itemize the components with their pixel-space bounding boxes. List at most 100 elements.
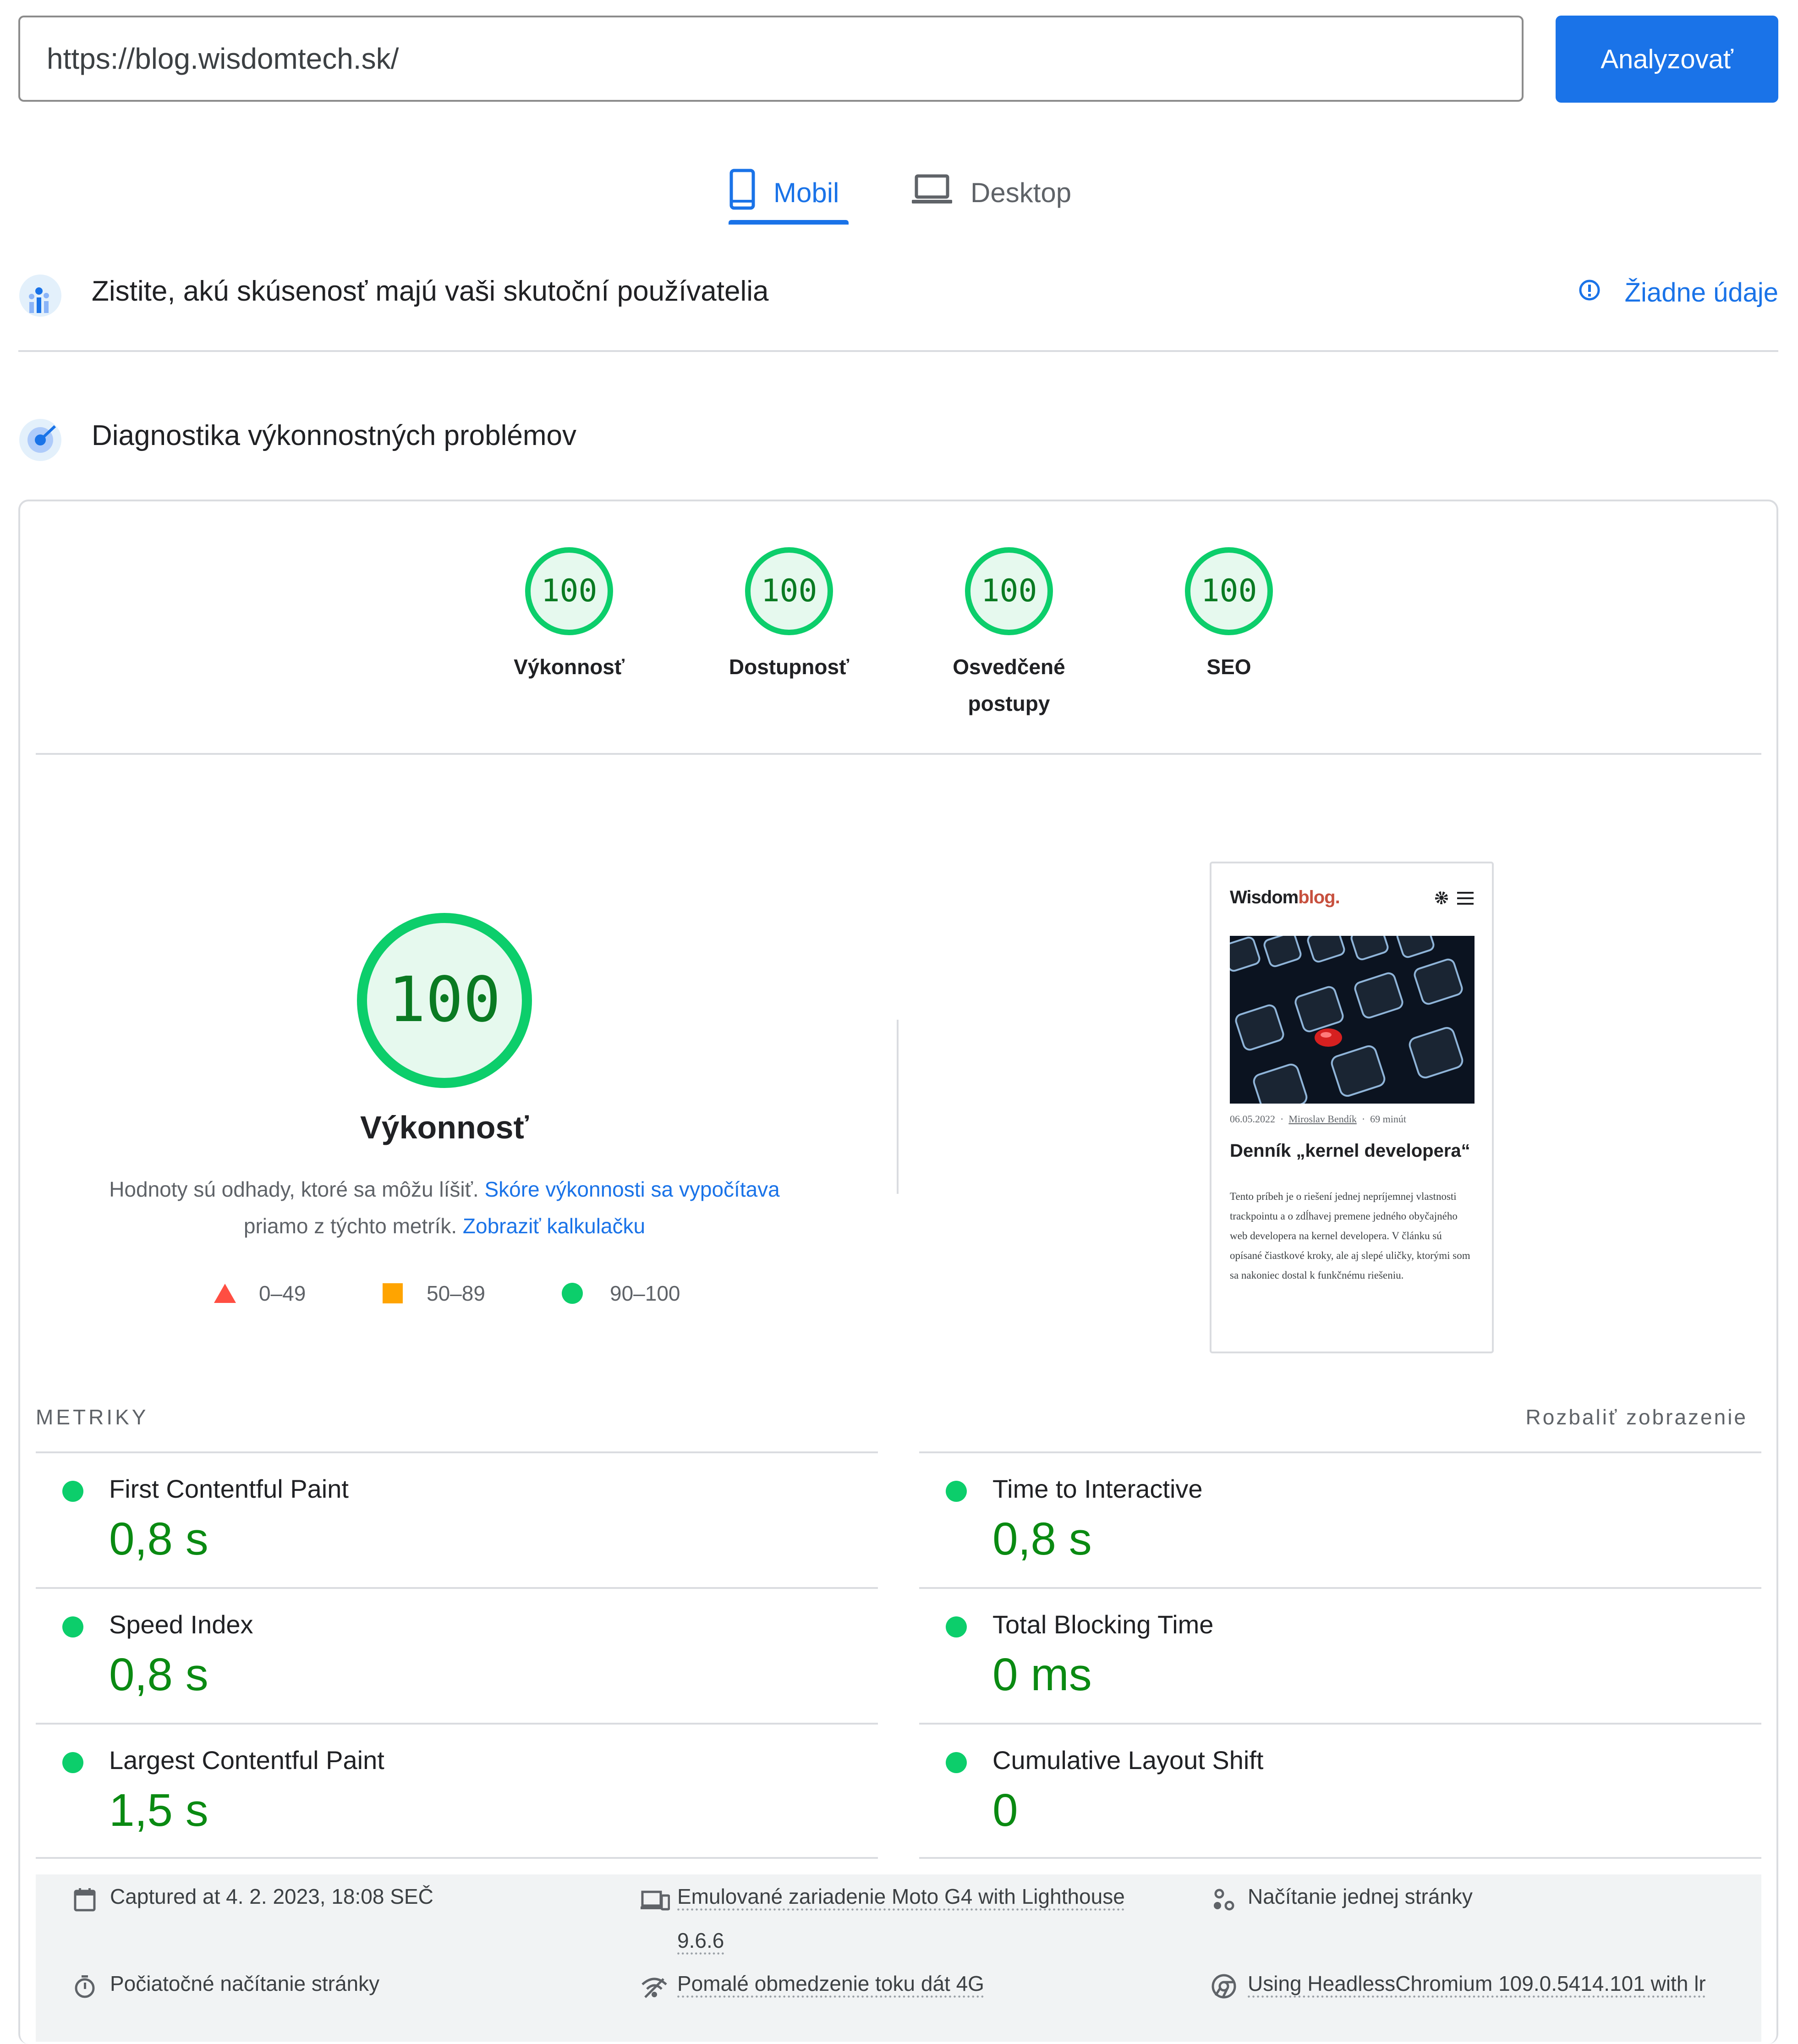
metric-tti: Time to Interactive 0,8 s xyxy=(919,1451,1761,1587)
metric-lcp: Largest Contentful Paint 1,5 s xyxy=(36,1723,878,1858)
metric-name: First Contentful Paint xyxy=(109,1474,349,1503)
analyze-button[interactable]: Analyzovať xyxy=(1556,16,1778,103)
url-input[interactable] xyxy=(18,16,1524,102)
metric-name: Speed Index xyxy=(109,1610,253,1639)
pass-dot-icon xyxy=(946,1752,967,1773)
pass-dot-icon xyxy=(62,1752,83,1773)
gauge-accessibility-score: 100 xyxy=(761,573,817,609)
nodes-icon xyxy=(1211,1874,1239,1927)
info-icon xyxy=(1578,277,1601,308)
users-chart-icon xyxy=(18,274,62,318)
gauge-best-practices-ring: 100 xyxy=(965,547,1053,635)
gauge-accessibility[interactable]: 100 Dostupnosť xyxy=(729,545,849,685)
laptop-icon xyxy=(911,173,953,212)
field-data-title: Zistite, akú skúsenosť majú vaši skutočn… xyxy=(92,275,769,307)
active-tab-indicator xyxy=(729,220,849,225)
pass-dot-icon xyxy=(62,1616,83,1637)
metric-value: 0 ms xyxy=(992,1649,1092,1700)
no-data-label: Žiadne údaje xyxy=(1624,278,1778,308)
no-data-link[interactable]: Žiadne údaje xyxy=(1578,277,1778,308)
gauge-performance-label: Výkonnosť xyxy=(514,655,625,679)
desc-text-1: Hodnoty sú odhady, ktoré sa môžu líšiť. xyxy=(109,1177,479,1201)
gauge-seo-label: SEO xyxy=(1206,655,1251,679)
screenshot-meta: 06.05.2022 · Miroslav Bendík · 69 minút xyxy=(1230,1113,1406,1125)
legend-pass-range: 90–100 xyxy=(610,1281,680,1305)
page-screenshot[interactable]: Wisdomblog. 06.05.2022 · Miroslav Bendík… xyxy=(1210,862,1494,1353)
expand-view-toggle[interactable]: Rozbaliť zobrazenie xyxy=(1526,1405,1748,1429)
diagnostics-title: Diagnostika výkonnostných problémov xyxy=(92,420,576,451)
metric-name: Total Blocking Time xyxy=(992,1610,1214,1639)
gear-icon xyxy=(1435,891,1448,904)
legend-average: 50–89 xyxy=(382,1281,485,1306)
performance-score-large: 100 xyxy=(388,964,501,1036)
footer-throttling: Pomalé obmedzenie toku dát 4G xyxy=(641,1962,984,2014)
calculator-link[interactable]: Zobraziť kalkulačku xyxy=(463,1214,645,1238)
legend-fail-range: 0–49 xyxy=(259,1281,306,1305)
metric-name: Cumulative Layout Shift xyxy=(992,1746,1264,1775)
divider xyxy=(36,753,1761,755)
triangle-icon xyxy=(214,1284,236,1303)
timer-icon xyxy=(73,1962,101,2014)
performance-gauge-large: 100 xyxy=(357,913,532,1088)
gauge-best-practices[interactable]: 100 Osvedčené postupy xyxy=(953,545,1065,722)
metric-cls: Cumulative Layout Shift 0 xyxy=(919,1723,1761,1858)
gauge-accessibility-ring: 100 xyxy=(745,547,833,635)
legend-fail: 0–49 xyxy=(213,1281,306,1306)
signal-icon xyxy=(641,1962,668,2014)
gauge-best-practices-label: Osvedčené postupy xyxy=(953,655,1065,715)
footer-initial-load: Počiatočné načítanie stránky xyxy=(73,1962,379,2014)
metric-name: Largest Contentful Paint xyxy=(109,1746,384,1775)
divider xyxy=(36,1857,878,1859)
tab-desktop-label: Desktop xyxy=(970,177,1072,208)
circle-icon xyxy=(562,1283,583,1304)
runtime-settings: Captured at 4. 2. 2023, 18:08 SEČ Emulov… xyxy=(36,1874,1761,2042)
metric-value: 0,8 s xyxy=(109,1649,208,1700)
footer-captured: Captured at 4. 2. 2023, 18:08 SEČ xyxy=(73,1874,433,1927)
metric-tbt: Total Blocking Time 0 ms xyxy=(919,1587,1761,1723)
metric-value: 0,8 s xyxy=(992,1513,1092,1565)
performance-title: Výkonnosť xyxy=(360,1110,529,1145)
metric-speed-index: Speed Index 0,8 s xyxy=(36,1587,878,1723)
desc-text-2: priamo z týchto metrík. xyxy=(243,1214,457,1238)
gauge-best-practices-score: 100 xyxy=(981,573,1037,609)
gauge-accessibility-label: Dostupnosť xyxy=(729,655,850,679)
divider xyxy=(919,1857,1761,1859)
tab-mobile[interactable]: Mobil xyxy=(729,158,839,227)
gauge-seo-score: 100 xyxy=(1201,573,1257,609)
gauge-performance[interactable]: 100 Výkonnosť xyxy=(514,545,625,685)
legend-pass: 90–100 xyxy=(561,1281,680,1306)
tab-mobile-label: Mobil xyxy=(773,177,839,208)
metric-value: 0 xyxy=(992,1785,1018,1836)
gauge-performance-score: 100 xyxy=(541,573,598,609)
pagespeed-page: Analyzovať Mobil Desktop Zistite, akú sk… xyxy=(0,0,1798,2044)
hamburger-menu-icon xyxy=(1457,892,1474,905)
metric-value: 1,5 s xyxy=(109,1785,208,1836)
chrome-icon xyxy=(1211,1962,1239,2014)
gauge-seo[interactable]: 100 SEO xyxy=(1183,545,1275,685)
square-icon xyxy=(383,1283,403,1303)
pass-dot-icon xyxy=(946,1481,967,1502)
screenshot-excerpt: Tento príbeh je o riešení jednej nepríje… xyxy=(1230,1191,1470,1281)
footer-load-type: Načítanie jednej stránky xyxy=(1211,1874,1473,1927)
calendar-icon xyxy=(73,1874,101,1927)
metric-name: Time to Interactive xyxy=(992,1474,1203,1503)
tab-desktop[interactable]: Desktop xyxy=(911,158,1071,227)
screenshot-headline: Denník „kernel developera“ xyxy=(1230,1141,1470,1161)
footer-browser: Using HeadlessChromium 109.0.5414.101 wi… xyxy=(1211,1962,1706,2014)
screenshot-logo: Wisdomblog. xyxy=(1230,887,1340,907)
gauge-seo-ring: 100 xyxy=(1185,547,1273,635)
keyboard-image xyxy=(1230,936,1475,1104)
pass-dot-icon xyxy=(946,1616,967,1637)
metric-value: 0,8 s xyxy=(109,1513,208,1565)
divider xyxy=(18,350,1778,352)
metrics-label: METRIKY xyxy=(36,1405,149,1429)
footer-device: Emulované zariadenie Moto G4 with Lighth… xyxy=(641,1874,1145,1962)
pass-dot-icon xyxy=(62,1481,83,1502)
diagnostics-icon xyxy=(18,418,62,462)
performance-description: Hodnoty sú odhady, ktoré sa môžu líšiť. … xyxy=(69,1171,820,1244)
gauge-performance-ring: 100 xyxy=(525,547,613,635)
metric-fcp: First Contentful Paint 0,8 s xyxy=(36,1451,878,1587)
phone-icon xyxy=(729,169,756,216)
score-calculation-link[interactable]: Skóre výkonnosti sa vypočítava xyxy=(484,1177,779,1201)
vertical-divider xyxy=(897,1020,899,1194)
